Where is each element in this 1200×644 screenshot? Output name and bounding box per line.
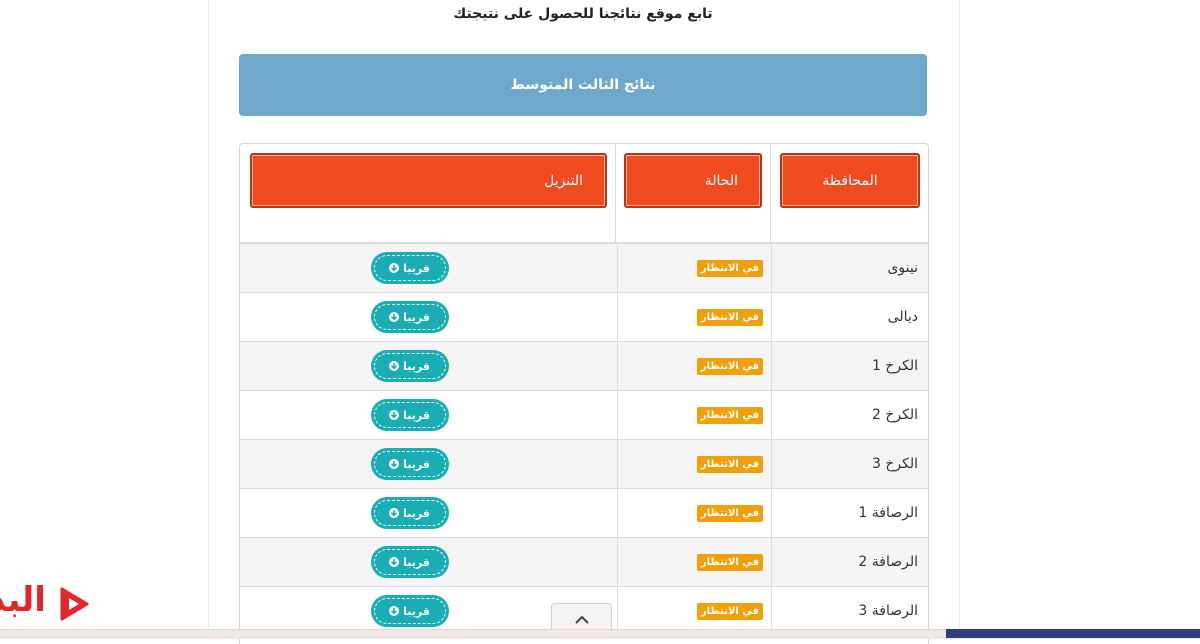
download-button[interactable]: قريبا [371,400,448,430]
status-badge: في الانتظار [696,259,763,277]
governorate-cell: الرصافة 2 [771,538,928,586]
chevron-up-icon [574,615,589,624]
arrow-down-circle-icon [389,508,400,518]
table-row: نينوى في الانتظار قريبا [240,244,928,293]
download-button-label: قريبا [403,408,430,422]
governorate-cell: الكرخ 2 [771,391,928,439]
table-body: نينوى في الانتظار قريبا ديالى في الانتظار قري… [240,244,928,636]
table-row: الكرخ 3 في الانتظار قريبا [240,440,928,489]
status-cell: في الانتظار [617,244,771,292]
download-cell: قريبا [242,391,617,439]
download-button[interactable]: قريبا [371,498,448,528]
table-row: الكرخ 2 في الانتظار قريبا [240,391,928,440]
arrow-down-circle-icon [389,557,400,567]
download-button-label: قريبا [403,310,430,324]
governorate-cell: ديالى [771,293,928,341]
governorate-cell: الكرخ 3 [771,440,928,488]
download-button[interactable]: قريبا [371,547,448,577]
download-button-label: قريبا [403,506,430,520]
arrow-down-circle-icon [389,312,400,322]
table-row: الكرخ 1 في الانتظار قريبا [240,342,928,391]
status-cell: في الانتظار [617,391,771,439]
status-cell: في الانتظار [617,440,771,488]
status-cell: في الانتظار [617,293,771,341]
header-label-governorate: المحافظة [780,153,920,208]
arrow-down-circle-icon [389,606,400,616]
download-cell: قريبا [242,489,617,537]
table-row: ديالى في الانتظار قريبا [240,293,928,342]
download-button-label: قريبا [403,604,430,618]
download-cell: قريبا [242,293,617,341]
site-logo[interactable]: البد [0,578,92,630]
download-cell: قريبا [242,538,617,586]
arrow-down-circle-icon [389,263,400,273]
status-badge: في الانتظار [696,406,763,424]
download-button[interactable]: قريبا [371,253,448,283]
status-cell: في الانتظار [617,538,771,586]
status-badge: في الانتظار [696,602,763,620]
status-cell: في الانتظار [617,342,771,390]
download-button-label: قريبا [403,261,430,275]
table-row: الرصافة 1 في الانتظار قريبا [240,489,928,538]
play-icon [60,587,89,621]
arrow-down-circle-icon [389,410,400,420]
download-cell: قريبا [242,342,617,390]
header-label-status: الحالة [624,153,762,208]
results-table: المحافظة الحالة التنزيل نينوى في الانتظار… [239,143,929,644]
download-cell: قريبا [242,244,617,292]
download-button[interactable]: قريبا [371,302,448,332]
status-cell: في الانتظار [617,489,771,537]
governorate-cell: نينوى [771,244,928,292]
page-tagline: تابع موقع نتائجنا للحصول على نتيجتك [453,6,713,22]
governorate-cell: الرصافة 1 [771,489,928,537]
status-badge: في الانتظار [696,504,763,522]
header-cell-status: الحالة [615,144,770,242]
download-button[interactable]: قريبا [371,351,448,381]
table-header: المحافظة الحالة التنزيل [240,144,928,244]
download-button-label: قريبا [403,555,430,569]
download-button[interactable]: قريبا [371,449,448,479]
status-cell: في الانتظار [617,587,771,635]
status-badge: في الانتظار [696,553,763,571]
results-banner: نتائج الثالث المتوسط [239,54,927,116]
governorate-cell: الكرخ 1 [771,342,928,390]
governorate-cell: الرصافة 3 [771,587,928,635]
arrow-down-circle-icon [389,361,400,371]
header-label-download: التنزيل [250,153,607,208]
arrow-down-circle-icon [389,459,400,469]
download-button-label: قريبا [403,457,430,471]
banner-title: نتائج الثالث المتوسط [510,77,656,93]
table-row: الرصافة 2 في الانتظار قريبا [240,538,928,587]
status-badge: في الانتظار [696,308,763,326]
download-button-label: قريبا [403,359,430,373]
bottom-strip [946,629,1200,638]
status-badge: في الانتظار [696,357,763,375]
header-cell-download: التنزيل [240,144,615,242]
download-cell: قريبا [242,440,617,488]
status-badge: في الانتظار [696,455,763,473]
logo-text: البد [0,580,46,620]
download-button[interactable]: قريبا [371,596,448,626]
header-cell-governorate: المحافظة [770,144,928,242]
